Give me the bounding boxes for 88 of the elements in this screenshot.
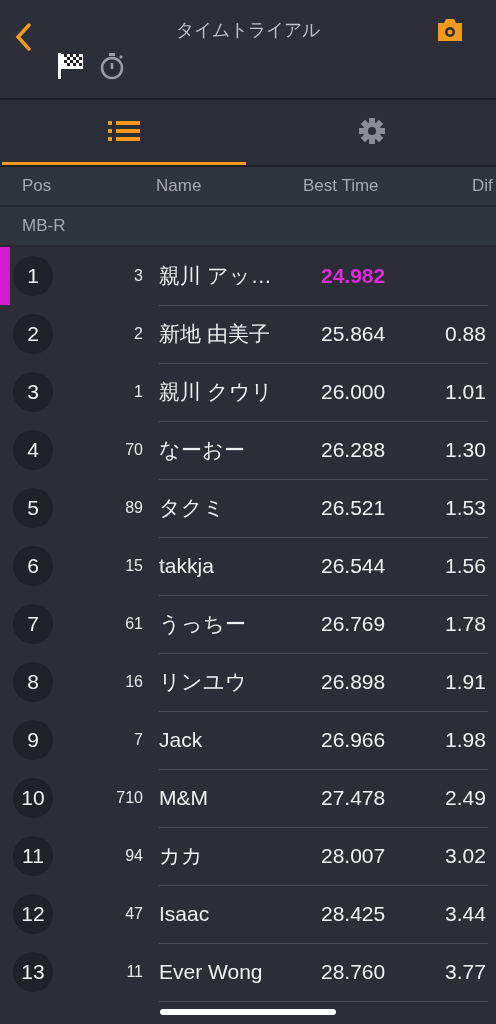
table-cell: 3.44 [445, 901, 486, 926]
back-icon[interactable] [14, 22, 32, 52]
result-row[interactable]: 1 3 親川 アッ… 24.982 [0, 247, 496, 305]
position-badge: 9 [13, 720, 53, 760]
window-title: タイムトライアル [175, 19, 321, 42]
table-cell-text: カカ [159, 842, 204, 869]
table-cell: 3.77 [445, 959, 486, 984]
table-cell-text: 11 [125, 963, 143, 981]
group-label: MB-R [22, 216, 66, 236]
camera-icon[interactable] [436, 18, 464, 42]
table-cell-text: M&M [159, 785, 209, 810]
table-cell-text: 26.769 [321, 611, 387, 636]
position-badge: 10 [13, 778, 53, 818]
table-cell-text: 親川 クウリ [159, 378, 274, 405]
checkered-flag-icon[interactable] [56, 50, 86, 80]
position-badge: 2 [13, 314, 53, 354]
table-cell-text: 新地 由美子 [159, 320, 271, 347]
table-cell: 1.01 [445, 379, 486, 404]
table-cell: 1.98 [445, 727, 486, 752]
table-cell-text: 2 [133, 325, 143, 343]
table-cell: 1.30 [445, 437, 486, 462]
table-cell-text: 7 [133, 731, 143, 749]
table-cell-text: 親川 アッ… [159, 262, 273, 289]
position-badge: 8 [13, 662, 53, 702]
table-cell-text: 16 [124, 673, 143, 691]
result-row[interactable]: 9 7 Jack 26.966 1.98 [0, 711, 496, 769]
table-cell: 2.49 [445, 785, 486, 810]
list-icon [108, 120, 140, 142]
position-badge: 6 [13, 546, 53, 586]
table-cell-text: 26.000 [321, 379, 387, 404]
table-cell-text: 27.478 [321, 785, 387, 810]
table-cell-text: タクミ [159, 494, 226, 521]
column-header[interactable]: Best Time [303, 176, 379, 196]
column-header[interactable]: Pos [22, 176, 52, 196]
table-cell-text: takkja [159, 553, 215, 578]
position-badge: 4 [13, 430, 53, 470]
table-cell: 1.56 [445, 553, 486, 578]
result-row[interactable]: 8 16 リンユウ 26.898 1.91 [0, 653, 496, 711]
position-badge: 7 [13, 604, 53, 644]
column-header[interactable]: Dif [472, 176, 493, 196]
result-row[interactable]: 13 11 Ever Wong 28.760 3.77 [0, 943, 496, 1001]
table-cell-text: うっちー [159, 610, 247, 637]
stopwatch-icon[interactable] [99, 52, 125, 80]
result-row[interactable]: 10 710 M&M 27.478 2.49 [0, 769, 496, 827]
table-cell-text: Jack [159, 727, 204, 752]
table-cell-text: リンユウ [159, 668, 248, 695]
result-row[interactable]: 7 61 うっちー 26.769 1.78 [0, 595, 496, 653]
result-row[interactable]: 4 70 なーおー 26.288 1.30 [0, 421, 496, 479]
position-badge: 12 [13, 894, 53, 934]
table-cell-text: 61 [124, 615, 143, 633]
table-cell: 0.88 [445, 321, 486, 346]
table-cell-text: 26.966 [321, 727, 387, 752]
table-cell-text: 28.760 [321, 959, 387, 984]
table-cell-text: 89 [124, 499, 143, 517]
table-cell-text: 94 [124, 847, 143, 865]
table-cell-text: 26.288 [321, 437, 387, 462]
position-badge: 13 [13, 952, 53, 992]
result-row[interactable]: 11 94 カカ 28.007 3.02 [0, 827, 496, 885]
position-badge: 11 [13, 836, 53, 876]
table-cell: 1.53 [445, 495, 486, 520]
result-row[interactable]: 2 2 新地 由美子 25.864 0.88 [0, 305, 496, 363]
table-cell-text: なーおー [159, 436, 246, 463]
table-cell-text: 47 [124, 905, 143, 923]
table-cell-text: 25.864 [321, 321, 387, 346]
result-row[interactable]: 3 1 親川 クウリ 26.000 1.01 [0, 363, 496, 421]
table-cell-text: 28.425 [321, 901, 387, 926]
table-cell-text: 26.521 [321, 495, 387, 520]
position-badge: 5 [13, 488, 53, 528]
table-cell-text: 28.007 [321, 843, 387, 868]
table-cell-text: Ever Wong [159, 959, 264, 984]
column-header[interactable]: Name [156, 176, 202, 196]
table-cell-text: 710 [115, 789, 143, 807]
table-cell-text: Isaac [159, 901, 211, 926]
result-row[interactable]: 6 15 takkja 26.544 1.56 [0, 537, 496, 595]
table-cell-text: 15 [124, 557, 143, 575]
table-cell-text: 26.544 [321, 553, 387, 578]
table-cell-text: 24.982 [321, 263, 387, 288]
table-cell-text: 1 [133, 383, 143, 401]
table-cell: 1.91 [445, 669, 486, 694]
result-row[interactable]: 12 47 Isaac 28.425 3.44 [0, 885, 496, 943]
position-badge: 1 [13, 256, 53, 296]
table-cell: 3.02 [445, 843, 486, 868]
table-cell-text: 26.898 [321, 669, 387, 694]
table-cell: 1.78 [445, 611, 486, 636]
position-badge: 3 [13, 372, 53, 412]
table-cell-text: 70 [124, 441, 143, 459]
table-cell-text: 3 [133, 267, 143, 285]
result-row[interactable]: 5 89 タクミ 26.521 1.53 [0, 479, 496, 537]
